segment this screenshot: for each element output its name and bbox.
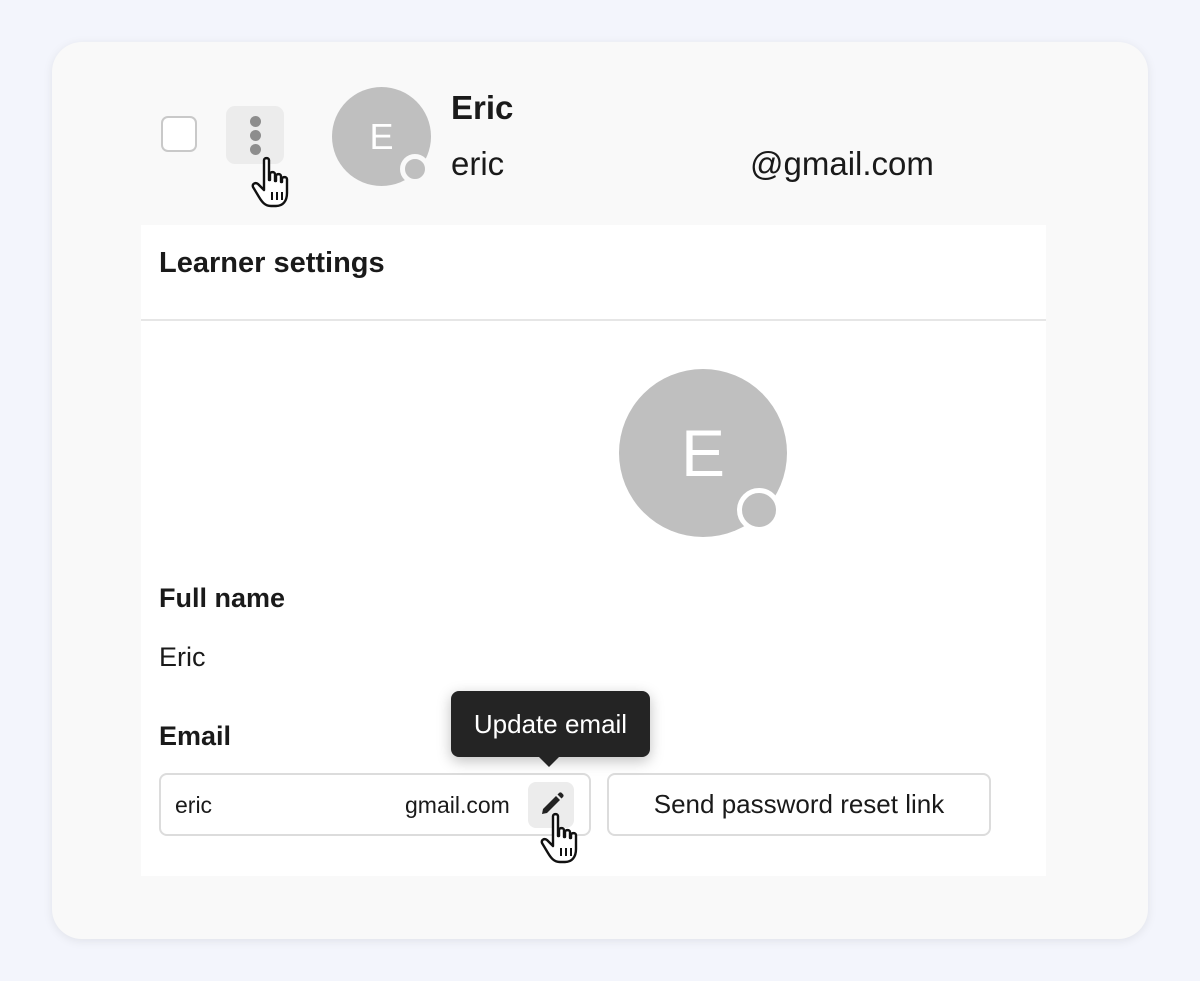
status-indicator (400, 154, 430, 184)
email-label: Email (159, 721, 232, 751)
tooltip-arrow (538, 756, 560, 767)
user-name: Eric (451, 89, 514, 126)
learner-settings-panel: Learner settings E Full name Eric Email … (141, 225, 1046, 876)
send-password-reset-button[interactable]: Send password reset link (607, 773, 991, 836)
panel-title: Learner settings (159, 247, 385, 279)
row-select-checkbox[interactable] (161, 116, 197, 152)
profile-status-indicator (737, 488, 781, 532)
hand-pointer-icon (540, 812, 578, 864)
user-email-domain: @gmail.com (750, 145, 934, 182)
hand-pointer-icon (251, 156, 289, 208)
update-email-tooltip: Update email (451, 691, 650, 757)
full-name-label: Full name (159, 583, 286, 613)
email-domain-part: gmail.com (405, 792, 510, 818)
email-field[interactable]: eric gmail.com (159, 773, 591, 836)
divider (141, 319, 1046, 321)
full-name-value: Eric (159, 642, 206, 672)
email-local-part: eric (175, 792, 213, 818)
user-username: eric (451, 145, 505, 182)
